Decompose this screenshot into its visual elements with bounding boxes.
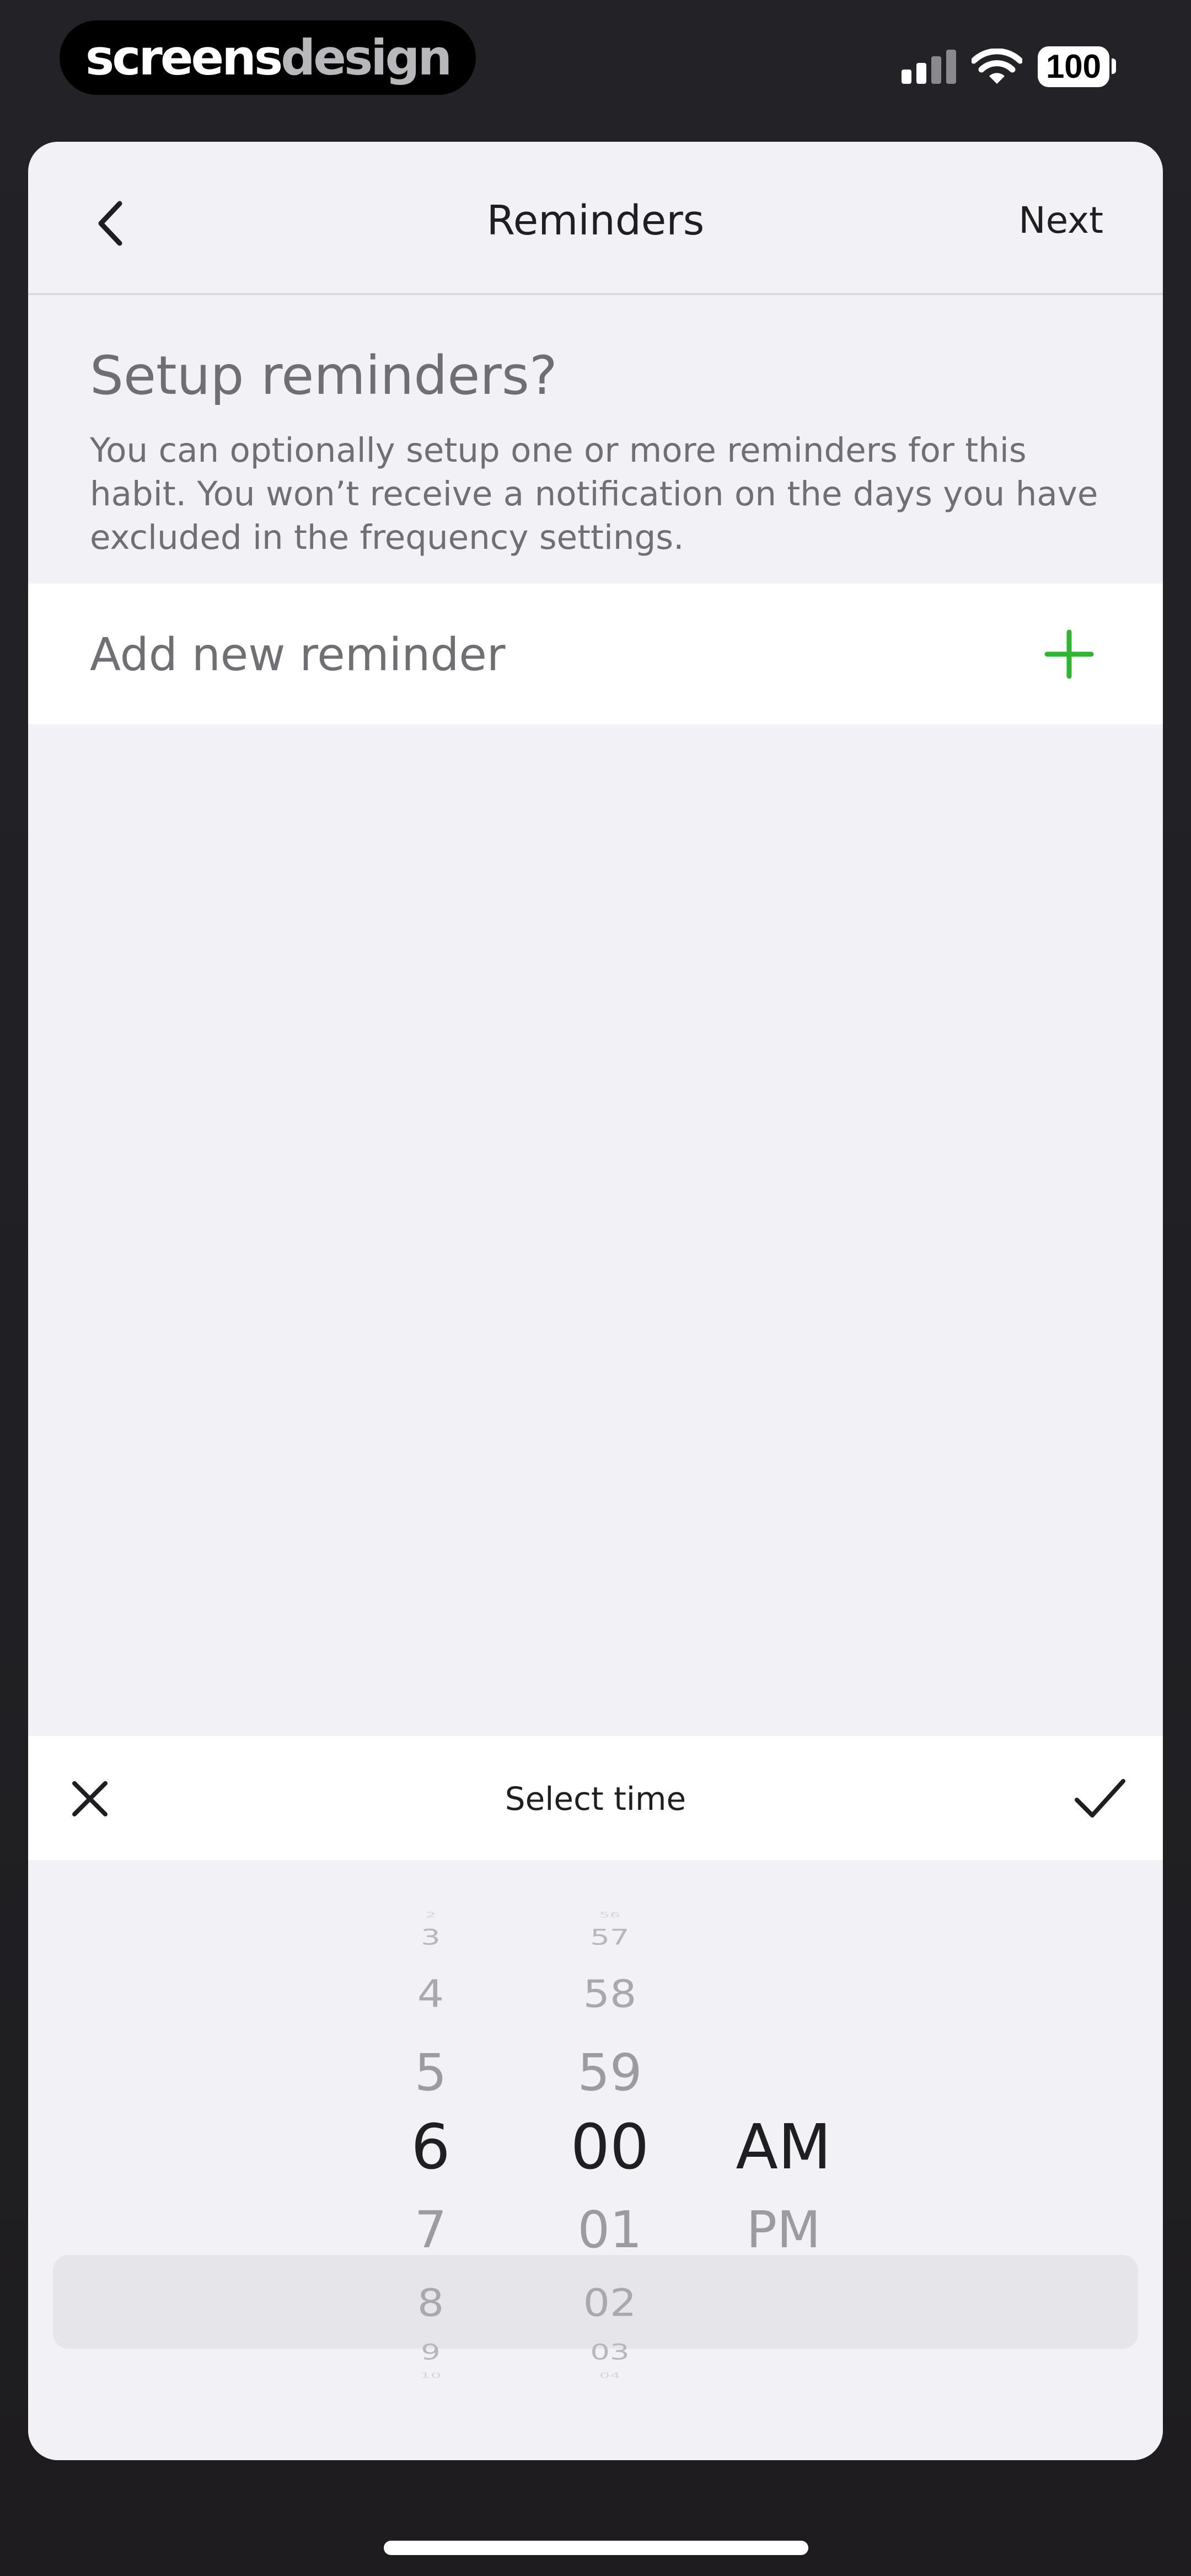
hour-option[interactable]: 7 [348, 2205, 513, 2256]
minute-option[interactable]: 00 [527, 2117, 693, 2178]
period-wheel[interactable]: AM PM [701, 1860, 866, 2460]
next-button[interactable]: Next [1018, 199, 1103, 242]
hour-option[interactable]: 4 [348, 1975, 513, 2013]
minute-option[interactable]: 02 [527, 2284, 693, 2322]
minute-wheel[interactable]: 56 57 58 59 00 01 02 03 04 [527, 1860, 693, 2460]
home-indicator [384, 2541, 808, 2555]
minute-option[interactable]: 01 [527, 2205, 693, 2256]
checkmark-icon[interactable] [1072, 1776, 1128, 1822]
wifi-icon [972, 49, 1022, 84]
brand-watermark: screensdesign [60, 20, 476, 95]
minute-option[interactable]: 04 [527, 2372, 693, 2380]
add-new-reminder-row[interactable]: Add new reminder [28, 584, 1163, 724]
period-option[interactable]: PM [701, 2205, 866, 2256]
brand-text-primary: screens [85, 29, 283, 86]
hour-wheel[interactable]: 2 3 4 5 6 7 8 9 10 [348, 1860, 513, 2460]
navigation-bar: Reminders Next [28, 142, 1163, 295]
section-description: You can optionally setup one or more rem… [90, 431, 1098, 557]
minute-option[interactable]: 56 [527, 1911, 693, 1919]
hour-option[interactable]: 8 [348, 2284, 513, 2322]
hour-option[interactable]: 6 [348, 2117, 513, 2178]
battery-tip [1112, 58, 1116, 74]
time-picker-title: Select time [505, 1780, 686, 1818]
battery-icon: 100 [1038, 46, 1109, 87]
hour-option[interactable]: 9 [348, 2342, 513, 2363]
cellular-signal-icon [902, 50, 956, 84]
brand-text-secondary: design [281, 29, 452, 86]
time-picker-wheels: 2 3 4 5 6 7 8 9 10 56 57 58 59 00 01 02 03 04 AM PM [28, 1860, 1163, 2460]
hour-option[interactable]: 5 [348, 2048, 513, 2098]
hour-option[interactable]: 3 [348, 1927, 513, 1948]
hour-option[interactable]: 10 [348, 2372, 513, 2380]
reminders-sheet: Reminders Next Setup reminders? You can … [28, 142, 1163, 2460]
minute-option[interactable]: 58 [527, 1975, 693, 2013]
add-reminder-label: Add new reminder [90, 629, 506, 681]
minute-option[interactable]: 57 [527, 1927, 693, 1948]
period-option[interactable]: AM [701, 2117, 866, 2178]
section-heading: Setup reminders? [90, 345, 557, 407]
minute-option[interactable]: 59 [527, 2048, 693, 2098]
page-title: Reminders [486, 197, 705, 244]
minute-option[interactable]: 03 [527, 2342, 693, 2363]
hour-option[interactable]: 2 [348, 1911, 513, 1919]
time-picker-header: Select time [28, 1736, 1163, 1860]
screen: screensdesign 100 Reminders Next Setup r… [0, 0, 1191, 2576]
battery-level: 100 [1045, 48, 1102, 85]
plus-icon[interactable] [1043, 628, 1096, 681]
